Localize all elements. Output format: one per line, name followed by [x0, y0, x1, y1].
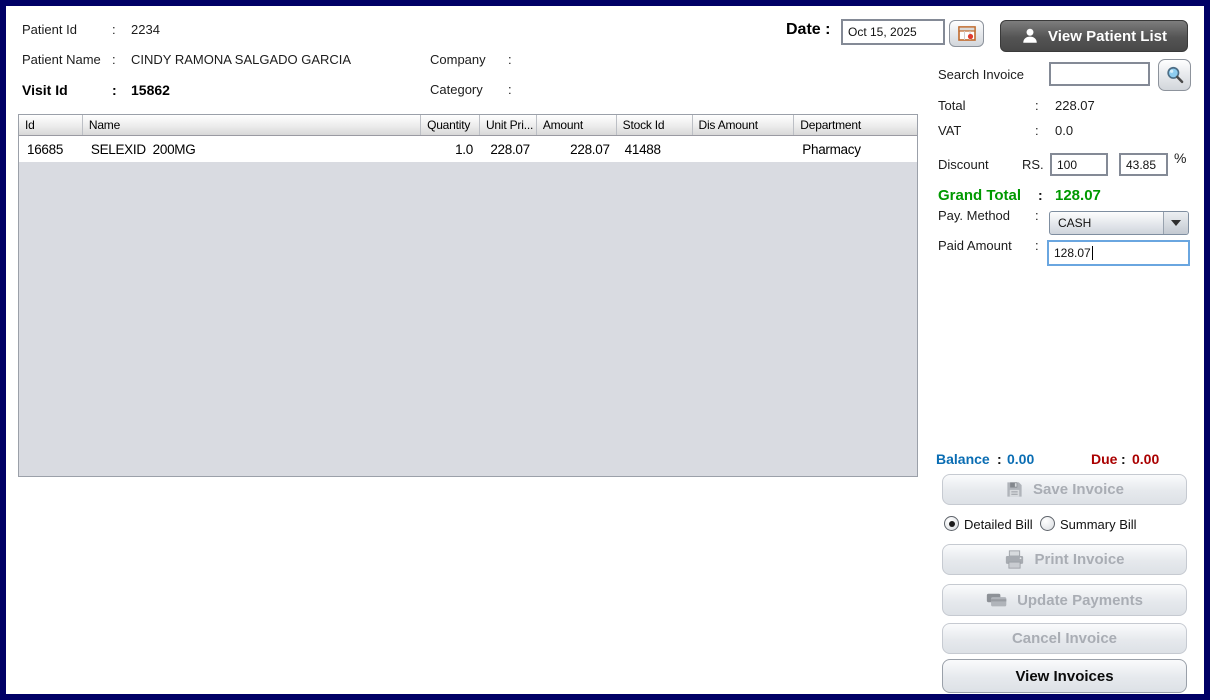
calendar-button[interactable]	[949, 20, 984, 47]
invoice-items-table: Id Name Quantity Unit Pri... Amount Stoc…	[18, 114, 918, 477]
colon: :	[1035, 99, 1039, 113]
column-header-dis-amount[interactable]: Dis Amount	[693, 115, 795, 135]
pay-method-dropdown[interactable]: CASH	[1049, 211, 1189, 235]
print-invoice-button[interactable]: Print Invoice	[942, 544, 1187, 575]
column-header-name[interactable]: Name	[83, 115, 421, 135]
total-value: 228.07	[1055, 99, 1095, 113]
colon: :	[1038, 188, 1043, 203]
cell-quantity: 1.0	[421, 142, 480, 157]
colon: :	[1035, 124, 1039, 138]
cell-id: 16685	[19, 142, 83, 157]
pay-method-selected-value: CASH	[1050, 212, 1163, 234]
grand-total-label: Grand Total	[938, 188, 1021, 205]
save-icon	[1005, 480, 1024, 499]
total-label: Total	[938, 99, 965, 113]
discount-amount-input[interactable]	[1050, 153, 1108, 176]
table-header-row: Id Name Quantity Unit Pri... Amount Stoc…	[19, 115, 917, 136]
update-payments-button[interactable]: Update Payments	[942, 584, 1187, 616]
due-value: 0.00	[1132, 452, 1159, 467]
date-label: Date :	[786, 21, 830, 39]
search-invoice-input[interactable]	[1049, 62, 1150, 86]
search-icon	[1165, 65, 1185, 85]
colon: :	[1121, 452, 1126, 467]
colon: :	[112, 83, 117, 98]
visit-id-value: 15862	[131, 83, 170, 98]
pharmacy-billing-window: Patient Id : 2234 Patient Name : CINDY R…	[0, 0, 1210, 700]
patient-name-label: Patient Name	[22, 53, 101, 67]
patient-id-value: 2234	[131, 23, 160, 37]
print-invoice-label: Print Invoice	[1034, 551, 1124, 568]
text-caret	[1092, 246, 1093, 260]
save-invoice-label: Save Invoice	[1033, 481, 1124, 498]
pay-method-label: Pay. Method	[938, 209, 1010, 223]
search-invoice-label: Search Invoice	[938, 68, 1024, 82]
vat-value: 0.0	[1055, 124, 1073, 138]
summary-bill-label[interactable]: Summary Bill	[1060, 517, 1137, 532]
search-invoice-button[interactable]	[1158, 59, 1191, 91]
printer-icon	[1004, 550, 1025, 569]
column-header-amount[interactable]: Amount	[537, 115, 617, 135]
paid-amount-label: Paid Amount	[938, 239, 1012, 253]
save-invoice-button[interactable]: Save Invoice	[942, 474, 1187, 505]
paid-amount-input[interactable]: 128.07	[1047, 240, 1190, 266]
discount-percent-input[interactable]	[1119, 153, 1168, 176]
percent-sign: %	[1174, 151, 1186, 166]
detailed-bill-radio[interactable]	[944, 516, 959, 531]
column-header-quantity[interactable]: Quantity	[421, 115, 480, 135]
summary-bill-radio[interactable]	[1040, 516, 1055, 531]
vat-label: VAT	[938, 124, 961, 138]
grand-total-value: 128.07	[1055, 188, 1101, 205]
cancel-invoice-label: Cancel Invoice	[1012, 630, 1117, 647]
dropdown-arrow-button[interactable]	[1163, 212, 1188, 234]
cell-stock-id: 41488	[617, 142, 693, 157]
column-header-stock-id[interactable]: Stock Id	[617, 115, 693, 135]
colon: :	[508, 53, 512, 67]
view-invoices-label: View Invoices	[1015, 668, 1113, 685]
colon: :	[508, 83, 512, 97]
payments-icon	[986, 592, 1008, 609]
balance-label: Balance	[936, 452, 990, 467]
balance-value: 0.00	[1007, 452, 1034, 467]
colon: :	[1035, 209, 1039, 223]
discount-label: Discount	[938, 158, 989, 172]
cancel-invoice-button[interactable]: Cancel Invoice	[942, 623, 1187, 654]
paid-amount-value: 128.07	[1054, 246, 1091, 260]
category-label: Category	[430, 83, 483, 97]
detailed-bill-label[interactable]: Detailed Bill	[964, 517, 1033, 532]
person-icon	[1021, 27, 1039, 45]
colon: :	[112, 53, 116, 67]
patient-name-value: CINDY RAMONA SALGADO GARCIA	[131, 53, 351, 67]
chevron-down-icon	[1171, 220, 1181, 226]
date-input[interactable]	[841, 19, 945, 45]
cell-name: SELEXID 200MG	[83, 142, 421, 157]
column-header-unit-price[interactable]: Unit Pri...	[480, 115, 537, 135]
cell-unit-price: 228.07	[480, 142, 537, 157]
discount-currency: RS.	[1022, 158, 1044, 172]
update-payments-label: Update Payments	[1017, 592, 1143, 609]
table-empty-area	[19, 162, 917, 476]
view-invoices-button[interactable]: View Invoices	[942, 659, 1187, 693]
visit-id-label: Visit Id	[22, 83, 68, 98]
colon: :	[1035, 239, 1039, 253]
cell-amount: 228.07	[537, 142, 617, 157]
calendar-icon	[958, 26, 976, 41]
cell-department: Pharmacy	[794, 142, 917, 157]
invoice-item-row[interactable]: 16685 SELEXID 200MG 1.0 228.07 228.07 41…	[19, 136, 917, 162]
due-label: Due	[1091, 452, 1117, 467]
colon: :	[997, 452, 1002, 467]
column-header-id[interactable]: Id	[19, 115, 83, 135]
view-patient-list-label: View Patient List	[1048, 28, 1167, 45]
company-label: Company	[430, 53, 486, 67]
view-patient-list-button[interactable]: View Patient List	[1000, 20, 1188, 52]
colon: :	[112, 23, 116, 37]
column-header-department[interactable]: Department	[794, 115, 917, 135]
patient-id-label: Patient Id	[22, 23, 77, 37]
